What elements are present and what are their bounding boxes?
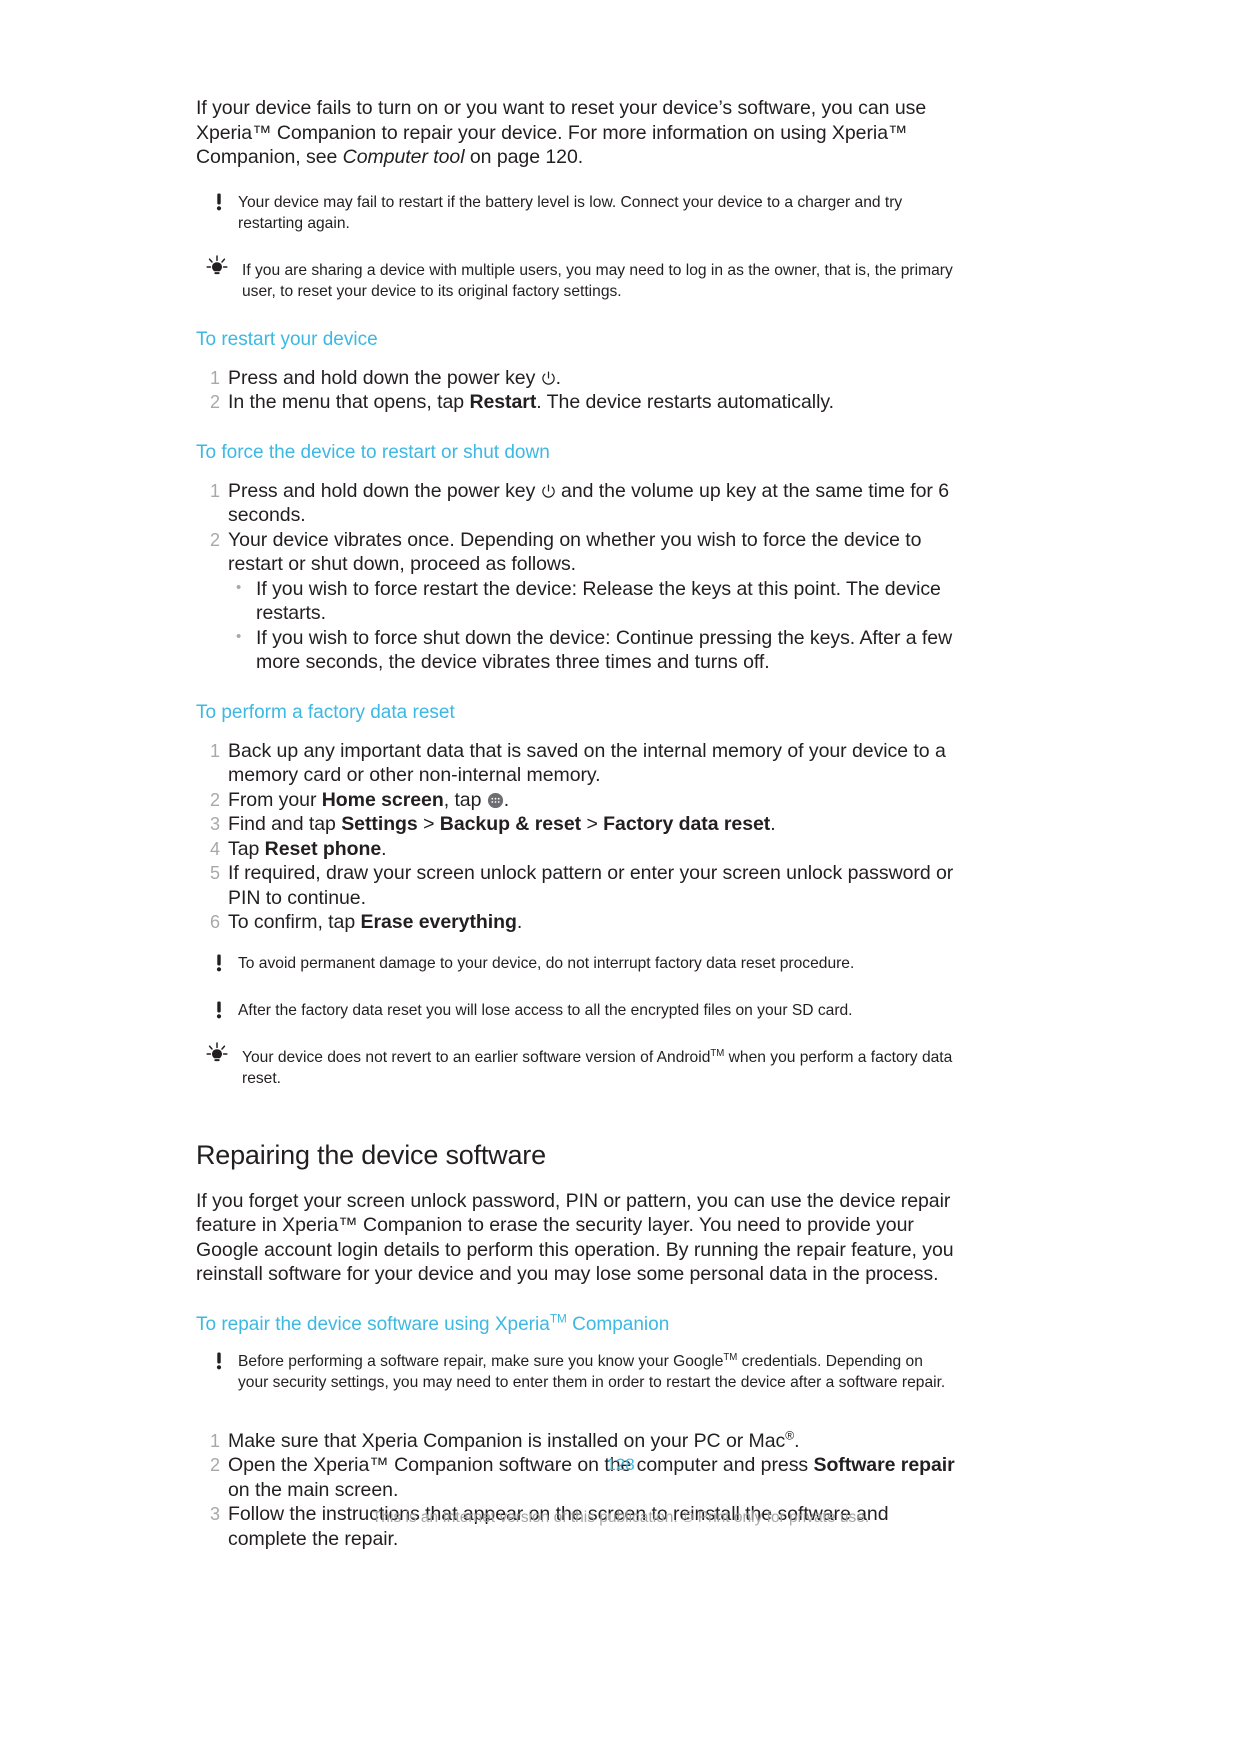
step-bold-term-backup-reset: Backup & reset (439, 813, 582, 835)
step-text-suffix: . The device restarts automatically. (536, 391, 834, 413)
registered-symbol: ® (785, 1428, 795, 1442)
subheading-factory-reset: To perform a factory data reset (196, 701, 455, 723)
note-android-version-tip: Your device does not revert to an earlie… (196, 1041, 956, 1089)
note-text-part1: Your device does not revert to an earlie… (242, 1048, 711, 1066)
step-bold-term-factory-data-reset: Factory data reset (603, 813, 771, 835)
list-item: Press and hold down the power key and th… (196, 479, 956, 528)
footer-notice: This is an Internet version of this publ… (371, 1509, 870, 1526)
note-sd-card-warning: After the factory data reset you will lo… (196, 1000, 956, 1021)
sub-bullets-force-restart: If you wish to force restart the device:… (228, 576, 956, 675)
steps-force-restart: Press and hold down the power key and th… (196, 479, 956, 675)
list-item: Tap Reset phone. (196, 837, 956, 862)
step-text-suffix: . (770, 813, 776, 835)
repairing-paragraph: If you forget your screen unlock passwor… (196, 1189, 954, 1286)
document-page: If your device fails to turn on or you w… (0, 0, 1241, 1754)
subheading-part1: To repair the device software using Xper… (196, 1313, 550, 1335)
note-google-credentials-warning: Before performing a software repair, mak… (196, 1351, 956, 1393)
step-text-suffix: . (503, 788, 510, 811)
intro-italic-reference: Computer tool (342, 146, 465, 168)
step-text: Press and hold down the power key (228, 479, 541, 502)
step-text-suffix: . (555, 366, 562, 389)
section-force-restart: To force the device to restart or shut d… (196, 441, 956, 675)
note-android-version-tip-text: Your device does not revert to an earlie… (242, 1047, 956, 1089)
note-no-interrupt-warning: To avoid permanent damage to your device… (196, 953, 956, 974)
page-number: 128 (606, 1455, 635, 1474)
step-bold-term: Reset phone (264, 837, 382, 860)
power-key-icon (541, 368, 556, 385)
note-sd-card-warning-text: After the factory data reset you will lo… (238, 1001, 853, 1019)
steps-restart-device: Press and hold down the power key . In t… (196, 366, 956, 415)
warning-exclamation-icon (208, 953, 230, 975)
list-item: In the menu that opens, tap Restart. The… (196, 390, 956, 415)
step-text-suffix: . (381, 837, 387, 860)
subheading-restart-device: To restart your device (196, 328, 378, 350)
step-text: Find and tap (228, 813, 342, 835)
trademark-symbol: TM (549, 1312, 567, 1326)
section-factory-reset: To perform a factory data reset Back up … (196, 701, 956, 935)
step-text: Press and hold down the power key (228, 366, 541, 389)
tip-lightbulb-icon (204, 1041, 228, 1063)
section-repairing-device-software: Repairing the device software If you for… (196, 1139, 956, 1552)
step-separator: > (417, 813, 440, 835)
section-restart-device: To restart your device Press and hold do… (196, 328, 956, 415)
step-text-suffix: . (794, 1429, 800, 1452)
step-text: To confirm, tap (228, 911, 361, 933)
warning-exclamation-icon (208, 1000, 230, 1022)
list-item: Press and hold down the power key . (196, 366, 956, 391)
list-item: From your Home screen, tap . (196, 788, 956, 813)
trademark-symbol: TM (710, 1047, 725, 1059)
step-text: Tap (228, 837, 265, 860)
list-item: To confirm, tap Erase everything. (196, 910, 956, 935)
list-item: If you wish to force restart the device:… (228, 576, 956, 626)
subheading-force-restart: To force the device to restart or shut d… (196, 441, 550, 463)
list-item: Find and tap Settings > Backup & reset >… (196, 812, 956, 837)
list-item: Your device vibrates once. Depending on … (196, 528, 956, 675)
trademark-symbol: TM (723, 1351, 738, 1363)
step-text: In the menu that opens, tap (228, 391, 470, 413)
note-multiuser-tip: If you are sharing a device with multipl… (196, 254, 956, 302)
note-text-part1: Before performing a software repair, mak… (238, 1352, 724, 1370)
intro-paragraph: If your device fails to turn on or you w… (196, 96, 956, 170)
subheading-repair-using-companion: To repair the device software using Xper… (196, 1313, 956, 1337)
note-multiuser-tip-text: If you are sharing a device with multipl… (242, 261, 953, 300)
step-bold-term-settings: Settings (341, 813, 418, 835)
list-item: If you wish to force shut down the devic… (228, 625, 956, 675)
step-bold-term: Restart (469, 391, 537, 413)
intro-text-part2: on page 120. (464, 146, 584, 168)
step-bold-term: Home screen (321, 788, 444, 811)
step-text-suffix: . (516, 911, 523, 933)
step-text: Make sure that Xperia Companion is insta… (228, 1429, 786, 1452)
note-battery-warning: Your device may fail to restart if the b… (196, 192, 956, 234)
step-text-suffix: on the main screen. (228, 1478, 399, 1501)
warning-exclamation-icon (208, 192, 230, 214)
tip-lightbulb-icon (204, 254, 228, 276)
note-battery-warning-text: Your device may fail to restart if the b… (238, 193, 903, 232)
page-section-title: Repairing the device software (196, 1139, 546, 1170)
step-text-mid: , tap (443, 788, 487, 811)
list-item: Make sure that Xperia Companion is insta… (196, 1429, 956, 1454)
note-google-credentials-warning-text: Before performing a software repair, mak… (238, 1351, 956, 1393)
step-text: From your (228, 788, 322, 811)
note-no-interrupt-warning-text: To avoid permanent damage to your device… (238, 954, 855, 972)
step-text: If required, draw your screen unlock pat… (228, 862, 954, 909)
list-item: Back up any important data that is saved… (196, 739, 956, 788)
list-item: If required, draw your screen unlock pat… (196, 861, 956, 910)
steps-factory-reset: Back up any important data that is saved… (196, 739, 956, 935)
page-content: If your device fails to turn on or you w… (196, 96, 956, 1551)
step-bold-term: Erase everything (360, 911, 517, 933)
warning-exclamation-icon (208, 1351, 230, 1373)
subheading-part2: Companion (566, 1313, 670, 1335)
step-text: Your device vibrates once. Depending on … (228, 528, 922, 576)
app-drawer-icon (487, 791, 504, 808)
step-separator: > (581, 813, 604, 835)
steps-repair-software: Make sure that Xperia Companion is insta… (196, 1429, 956, 1552)
power-key-icon (541, 481, 556, 498)
step-text: Back up any important data that is saved… (228, 739, 946, 787)
